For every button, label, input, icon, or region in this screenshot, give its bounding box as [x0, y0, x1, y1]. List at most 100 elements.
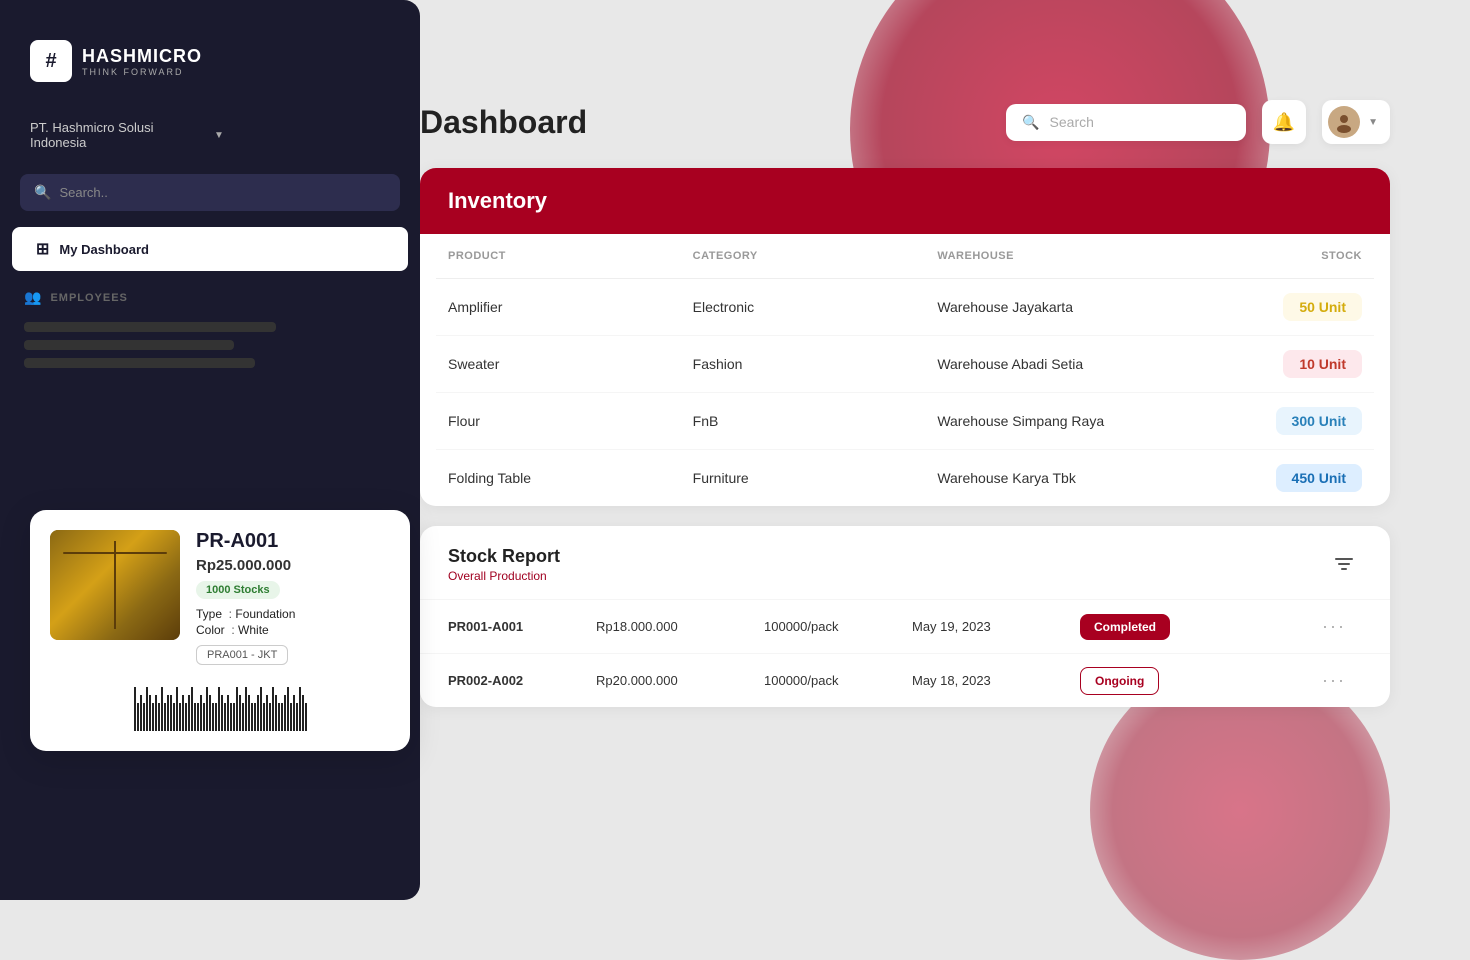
stock-badge: 10 Unit [1283, 350, 1362, 378]
search-icon: 🔍 [1022, 114, 1039, 131]
product-category: Furniture [693, 470, 938, 486]
stock-report-heading: Stock Report Overall Production [448, 546, 560, 583]
status-badge-completed: Completed [1080, 614, 1170, 640]
product-warehouse: Warehouse Karya Tbk [937, 470, 1182, 486]
product-box-img [50, 530, 180, 640]
product-category: Fashion [693, 356, 938, 372]
inventory-title: Inventory [448, 188, 1362, 214]
report-qty: 100000/pack [764, 673, 904, 688]
header-right: 🔍 🔔 ▼ [1006, 100, 1390, 144]
col-product-header: PRODUCT [448, 250, 693, 262]
table-row: Folding Table Furniture Warehouse Karya … [436, 450, 1374, 506]
table-row: Flour FnB Warehouse Simpang Raya 300 Uni… [436, 393, 1374, 450]
product-stock: 450 Unit [1182, 464, 1362, 492]
product-category: FnB [693, 413, 938, 429]
product-warehouse: Warehouse Abadi Setia [937, 356, 1182, 372]
report-row: PR002-A002 Rp20.000.000 100000/pack May … [420, 654, 1390, 707]
report-id: PR001-A001 [448, 619, 588, 634]
logo-icon: # [30, 40, 72, 82]
stock-badge: 300 Unit [1276, 407, 1362, 435]
sidebar-employees-label: EMPLOYEES [50, 292, 127, 304]
product-id: PR-A001 [196, 530, 390, 553]
table-row: Sweater Fashion Warehouse Abadi Setia 10… [436, 336, 1374, 393]
product-type-value: Foundation [235, 607, 295, 621]
product-name: Flour [448, 413, 693, 429]
company-selector[interactable]: PT. Hashmicro Solusi Indonesia ▼ [0, 112, 420, 158]
barcode [50, 681, 390, 731]
sidebar-skeleton-1 [24, 322, 276, 332]
col-warehouse-header: WAREHOUSE [937, 250, 1182, 262]
product-stock: 300 Unit [1182, 407, 1362, 435]
product-warehouse: Warehouse Simpang Raya [937, 413, 1182, 429]
inventory-table-header: PRODUCT CATEGORY WAREHOUSE STOCK [436, 234, 1374, 279]
notification-button[interactable]: 🔔 [1262, 100, 1306, 144]
sidebar-logo: # HASHMICRO THINK FORWARD [0, 20, 420, 112]
logo-main: HASHMICRO [82, 46, 202, 67]
product-color-value: White [238, 623, 269, 637]
inventory-header: Inventory [420, 168, 1390, 234]
search-input[interactable] [1050, 114, 1231, 130]
product-stock-badge: 1000 Stocks [196, 581, 280, 599]
stock-report-title: Stock Report [448, 546, 560, 567]
barcode-lines [50, 681, 390, 731]
product-card: PR-A001 Rp25.000.000 1000 Stocks Type : … [30, 510, 410, 751]
product-image [50, 530, 180, 640]
user-menu-button[interactable]: ▼ [1322, 100, 1390, 144]
report-price: Rp20.000.000 [596, 673, 756, 688]
product-tag: PRA001 - JKT [196, 645, 288, 665]
employees-icon: 👥 [24, 289, 42, 306]
more-button[interactable]: ··· [1322, 616, 1362, 637]
stock-badge: 50 Unit [1283, 293, 1362, 321]
sidebar-search-input[interactable] [59, 185, 386, 200]
stock-report-subtitle: Overall Production [448, 569, 560, 583]
product-type: Type : Foundation [196, 607, 390, 621]
product-warehouse: Warehouse Jayakarta [937, 299, 1182, 315]
page-title: Dashboard [420, 104, 587, 141]
inventory-card: Inventory PRODUCT CATEGORY WAREHOUSE STO… [420, 168, 1390, 506]
col-category-header: CATEGORY [693, 250, 938, 262]
sidebar-item-dashboard-label: My Dashboard [59, 242, 149, 257]
chevron-down-icon: ▼ [1368, 117, 1378, 128]
search-bar[interactable]: 🔍 [1006, 104, 1246, 141]
product-name: Folding Table [448, 470, 693, 486]
report-price: Rp18.000.000 [596, 619, 756, 634]
report-status: Completed [1080, 619, 1314, 634]
product-stock: 50 Unit [1182, 293, 1362, 321]
logo-sub: THINK FORWARD [82, 67, 202, 77]
table-row: Amplifier Electronic Warehouse Jayakarta… [436, 279, 1374, 336]
sidebar-skeleton-2 [24, 340, 234, 350]
chevron-down-icon: ▼ [214, 130, 390, 141]
product-category: Electronic [693, 299, 938, 315]
avatar [1328, 106, 1360, 138]
product-color-label: Color [196, 623, 225, 637]
logo-text: HASHMICRO THINK FORWARD [82, 46, 202, 77]
main-content: Dashboard 🔍 🔔 ▼ Inventory [420, 100, 1390, 820]
report-status: Ongoing [1080, 673, 1314, 688]
report-row: PR001-A001 Rp18.000.000 100000/pack May … [420, 600, 1390, 654]
sidebar-item-dashboard[interactable]: ⊞ My Dashboard [12, 227, 408, 271]
sidebar: # HASHMICRO THINK FORWARD PT. Hashmicro … [0, 0, 420, 900]
stock-report-header: Stock Report Overall Production [420, 526, 1390, 600]
sidebar-skeleton-3 [24, 358, 255, 368]
product-price: Rp25.000.000 [196, 557, 390, 574]
search-icon: 🔍 [34, 184, 51, 201]
company-name: PT. Hashmicro Solusi Indonesia [30, 120, 206, 150]
filter-button[interactable] [1326, 546, 1362, 582]
col-stock-header: STOCK [1182, 250, 1362, 262]
report-date: May 19, 2023 [912, 619, 1072, 634]
sidebar-section-employees: 👥 EMPLOYEES [0, 273, 420, 314]
product-name: Sweater [448, 356, 693, 372]
status-badge-ongoing: Ongoing [1080, 667, 1159, 695]
dashboard-header: Dashboard 🔍 🔔 ▼ [420, 100, 1390, 144]
report-qty: 100000/pack [764, 619, 904, 634]
stock-badge: 450 Unit [1276, 464, 1362, 492]
product-stock: 10 Unit [1182, 350, 1362, 378]
product-card-top: PR-A001 Rp25.000.000 1000 Stocks Type : … [50, 530, 390, 665]
stock-report-card: Stock Report Overall Production PR001-A0… [420, 526, 1390, 707]
report-date: May 18, 2023 [912, 673, 1072, 688]
product-info: PR-A001 Rp25.000.000 1000 Stocks Type : … [196, 530, 390, 665]
more-button[interactable]: ··· [1322, 670, 1362, 691]
sidebar-search[interactable]: 🔍 [20, 174, 400, 211]
product-type-label: Type [196, 607, 222, 621]
product-name: Amplifier [448, 299, 693, 315]
